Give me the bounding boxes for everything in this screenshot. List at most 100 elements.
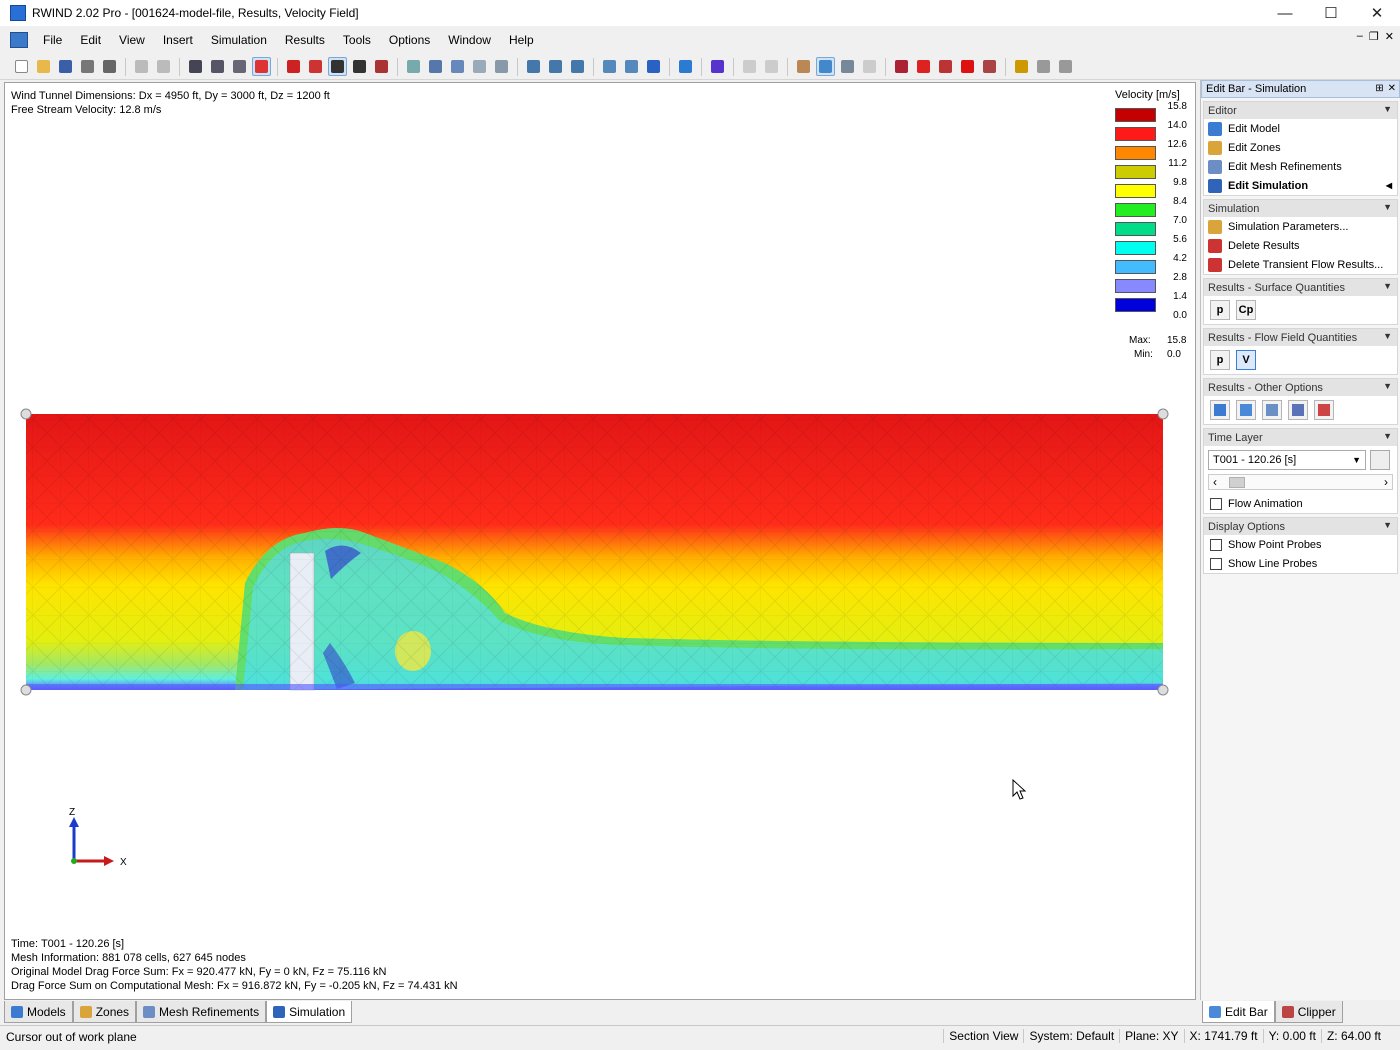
view-top-icon[interactable]	[448, 57, 467, 76]
menu-view[interactable]: View	[110, 33, 154, 47]
layers-icon[interactable]	[762, 57, 781, 76]
model-view-icon[interactable]	[186, 57, 205, 76]
edit-model-item[interactable]: Edit Model	[1204, 119, 1397, 138]
results-active-icon[interactable]	[816, 57, 835, 76]
display-cube-icon[interactable]	[676, 57, 695, 76]
red-box-alt-icon[interactable]	[306, 57, 325, 76]
results-icon[interactable]	[794, 57, 813, 76]
grid-icon[interactable]	[230, 57, 249, 76]
rotate-view-alt-icon[interactable]	[568, 57, 587, 76]
print-preview-icon[interactable]	[78, 57, 97, 76]
print-icon[interactable]	[100, 57, 119, 76]
tab-zones[interactable]: Zones	[72, 1001, 137, 1023]
collapse-icon[interactable]: ▼	[1383, 202, 1392, 212]
checkbox-box[interactable]	[1210, 497, 1222, 510]
view-front-icon[interactable]	[426, 57, 445, 76]
perspective-icon[interactable]	[600, 57, 619, 76]
menu-insert[interactable]: Insert	[154, 33, 202, 47]
collapse-icon[interactable]: ▼	[1383, 281, 1392, 291]
results-viewport[interactable]: Wind Tunnel Dimensions: Dx = 4950 ft, Dy…	[4, 82, 1196, 1000]
pin-icon[interactable]: ⊞	[1375, 83, 1383, 94]
menu-edit[interactable]: Edit	[71, 33, 110, 47]
settings-icon[interactable]	[1034, 57, 1053, 76]
menu-help[interactable]: Help	[500, 33, 543, 47]
surface-pressure-button[interactable]: p	[1210, 300, 1230, 320]
document-icon[interactable]	[10, 32, 28, 48]
table-icon[interactable]	[1288, 400, 1308, 420]
scale-icon[interactable]	[372, 57, 391, 76]
annotation-icon[interactable]	[1012, 57, 1031, 76]
streamlines-icon[interactable]	[1210, 400, 1230, 420]
surface-quantities-title[interactable]: Results - Surface Quantities ▼	[1204, 279, 1397, 296]
mdi-minimize-icon[interactable]: –	[1357, 30, 1363, 43]
collapse-icon[interactable]: ▼	[1383, 331, 1392, 341]
chevron-left-icon[interactable]: ‹	[1213, 475, 1217, 489]
layers-option-icon[interactable]	[1236, 400, 1256, 420]
time-layer-title[interactable]: Time Layer ▼	[1204, 429, 1397, 446]
status-system[interactable]: System: Default	[1023, 1029, 1119, 1043]
new-file-icon[interactable]	[12, 57, 31, 76]
checkbox-box[interactable]	[1210, 538, 1222, 551]
clipping-plane-icon[interactable]	[914, 57, 933, 76]
select-window-icon[interactable]	[252, 57, 271, 76]
arrows-icon[interactable]	[740, 57, 759, 76]
other-options-title[interactable]: Results - Other Options ▼	[1204, 379, 1397, 396]
edit-simulation-item[interactable]: Edit Simulation ◀	[1204, 176, 1397, 195]
edit-mesh-refinements-item[interactable]: Edit Mesh Refinements	[1204, 157, 1397, 176]
save-icon[interactable]	[56, 57, 75, 76]
minimize-button[interactable]: —	[1262, 0, 1308, 26]
slider-thumb[interactable]	[1229, 477, 1245, 488]
velocity-button[interactable]: V	[1236, 350, 1256, 370]
tab-edit-bar[interactable]: Edit Bar	[1202, 1001, 1275, 1023]
editor-section-title[interactable]: Editor ▼	[1204, 102, 1397, 119]
results-disabled-icon[interactable]	[860, 57, 879, 76]
panel-close-icon[interactable]: ✕	[1388, 83, 1396, 94]
wireframe-icon[interactable]	[622, 57, 641, 76]
simulation-parameters-item[interactable]: Simulation Parameters...	[1204, 217, 1397, 236]
move-icon[interactable]	[328, 57, 347, 76]
mdi-restore-icon[interactable]: ❐	[1369, 30, 1379, 43]
show-point-probes-checkbox[interactable]: Show Point Probes	[1204, 535, 1397, 554]
delete-transient-results-item[interactable]: Delete Transient Flow Results...	[1204, 255, 1397, 274]
stop-icon[interactable]	[958, 57, 977, 76]
menu-tools[interactable]: Tools	[334, 33, 380, 47]
chevron-right-icon[interactable]: ›	[1384, 475, 1388, 489]
menu-simulation[interactable]: Simulation	[202, 33, 276, 47]
undo-icon[interactable]	[132, 57, 151, 76]
tab-clipper[interactable]: Clipper	[1274, 1001, 1343, 1023]
time-layer-select[interactable]: T001 - 120.26 [s] ▼	[1208, 450, 1366, 470]
collapse-icon[interactable]: ▼	[1383, 381, 1392, 391]
flow-field-title[interactable]: Results - Flow Field Quantities ▼	[1204, 329, 1397, 346]
menu-results[interactable]: Results	[276, 33, 334, 47]
tools-icon[interactable]	[1056, 57, 1075, 76]
results-list-icon[interactable]	[838, 57, 857, 76]
mdi-close-icon[interactable]: ✕	[1385, 30, 1394, 43]
refresh-icon[interactable]	[524, 57, 543, 76]
tab-simulation[interactable]: Simulation	[266, 1001, 353, 1023]
zoom-all-icon[interactable]	[492, 57, 511, 76]
status-section-view[interactable]: Section View	[943, 1029, 1023, 1043]
contour-icon[interactable]	[1262, 400, 1282, 420]
open-folder-icon[interactable]	[34, 57, 53, 76]
maximize-button[interactable]: ☐	[1308, 0, 1354, 26]
simulation-section-title[interactable]: Simulation ▼	[1204, 200, 1397, 217]
clip-icon[interactable]	[936, 57, 955, 76]
menu-options[interactable]: Options	[380, 33, 439, 47]
view-iso-icon[interactable]	[404, 57, 423, 76]
red-box-icon[interactable]	[284, 57, 303, 76]
pressure-coefficient-button[interactable]: Cp	[1236, 300, 1256, 320]
collapse-icon[interactable]: ▼	[1383, 520, 1392, 530]
checkbox-box[interactable]	[1210, 557, 1222, 570]
zoom-window-icon[interactable]	[470, 57, 489, 76]
arrow-dropdown-icon[interactable]	[644, 57, 663, 76]
rotate-icon[interactable]	[350, 57, 369, 76]
collapse-icon[interactable]: ▼	[1383, 104, 1392, 114]
section-icon[interactable]	[892, 57, 911, 76]
display-options-title[interactable]: Display Options ▼	[1204, 518, 1397, 535]
menu-file[interactable]: File	[34, 33, 71, 47]
rotate-view-icon[interactable]	[546, 57, 565, 76]
menu-window[interactable]: Window	[439, 33, 500, 47]
flow-animation-checkbox[interactable]: Flow Animation	[1204, 494, 1397, 513]
flow-pressure-button[interactable]: p	[1210, 350, 1230, 370]
status-plane[interactable]: Plane: XY	[1119, 1029, 1183, 1043]
